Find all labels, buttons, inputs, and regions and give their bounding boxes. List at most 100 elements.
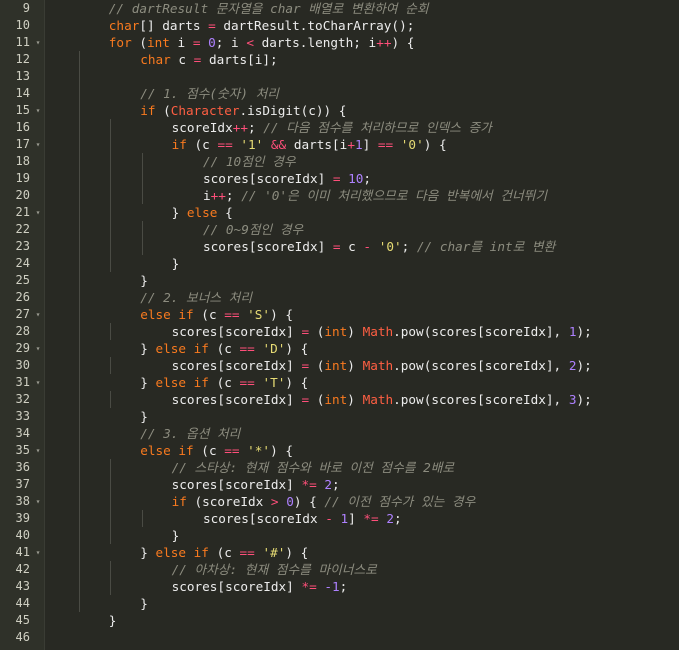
code-text[interactable]: char[] darts = dartResult.toCharArray(); [109, 17, 415, 34]
code-line[interactable]: 19 scores[scoreIdx] = 10; [0, 170, 679, 187]
code-line[interactable]: 22 // 0~9점인 경우 [0, 221, 679, 238]
code-line[interactable]: 30 scores[scoreIdx] = (int) Math.pow(scor… [0, 357, 679, 374]
code-line[interactable]: 33} [0, 408, 679, 425]
code-text[interactable]: // 스타상: 현재 점수와 바로 이전 점수를 2배로 [172, 459, 454, 476]
fold-chevron-icon[interactable]: ▾ [33, 340, 43, 357]
code-text[interactable]: i++; // '0'은 이미 처리했으므로 다음 반복에서 건너뛰기 [203, 187, 547, 204]
code-text[interactable]: scores[scoreIdx - 1] *= 2; [203, 510, 402, 527]
code-token-plain: (c [208, 545, 240, 560]
code-text[interactable]: // 10점인 경우 [203, 153, 296, 170]
code-line[interactable]: 38 ▾ if (scoreIdx > 0) { // 이전 점수가 있는 경우 [0, 493, 679, 510]
code-text[interactable]: for (int i = 0; i < darts.length; i++) { [109, 34, 415, 51]
fold-chevron-icon[interactable]: ▾ [33, 544, 43, 561]
code-line[interactable]: 31 ▾} else if (c == 'T') { [0, 374, 679, 391]
code-text[interactable]: scores[scoreIdx] *= -1; [172, 578, 348, 595]
code-token-plain: ); [576, 358, 592, 373]
code-text[interactable]: if (c == '1' && darts[i+1] == '0') { [172, 136, 447, 153]
code-line[interactable]: 32 scores[scoreIdx] = (int) Math.pow(scor… [0, 391, 679, 408]
code-line[interactable]: 37 scores[scoreIdx] *= 2; [0, 476, 679, 493]
code-text[interactable]: else if (c == '*') { [140, 442, 293, 459]
code-text[interactable]: char c = darts[i]; [140, 51, 278, 68]
fold-chevron-icon[interactable]: ▾ [33, 493, 43, 510]
code-text[interactable]: scores[scoreIdx] = c - '0'; // char를 int… [203, 238, 555, 255]
code-line[interactable]: 35 ▾ else if (c == '*') { [0, 442, 679, 459]
code-text[interactable]: } [109, 612, 117, 629]
code-text[interactable]: // 1. 점수(숫자) 처리 [140, 85, 279, 102]
code-line[interactable]: 14 // 1. 점수(숫자) 처리 [0, 85, 679, 102]
code-line[interactable]: 9 // dartResult 문자열을 char 배열로 변환하여 순회 [0, 0, 679, 17]
code-line[interactable]: 18 // 10점인 경우 [0, 153, 679, 170]
indent-guide [110, 561, 112, 578]
code-text[interactable]: scores[scoreIdx] = (int) Math.pow(scores… [172, 357, 592, 374]
fold-chevron-icon[interactable]: ▾ [33, 102, 43, 119]
code-line[interactable]: 11 ▾ for (int i = 0; i < darts.length; i++… [0, 34, 679, 51]
code-line[interactable]: 39 scores[scoreIdx - 1] *= 2; [0, 510, 679, 527]
code-text[interactable]: // 2. 보너스 처리 [140, 289, 252, 306]
code-line[interactable]: 41 ▾} else if (c == '#') { [0, 544, 679, 561]
code-line[interactable]: 44} [0, 595, 679, 612]
code-line[interactable]: 21 ▾} else { [0, 204, 679, 221]
code-text[interactable]: } [140, 272, 148, 289]
code-text[interactable]: } else { [172, 204, 233, 221]
code-line[interactable]: 10 char[] darts = dartResult.toCharArray(… [0, 17, 679, 34]
code-text[interactable]: // 3. 옵션 처리 [140, 425, 240, 442]
code-line[interactable]: 27 ▾ else if (c == 'S') { [0, 306, 679, 323]
code-token-operator: *= [301, 477, 317, 492]
code-line[interactable]: 26 // 2. 보너스 처리 [0, 289, 679, 306]
code-token-plain: .pow(scores[scoreIdx], [393, 392, 569, 407]
code-token-operator: - [325, 511, 333, 526]
code-text[interactable]: scores[scoreIdx] = (int) Math.pow(scores… [172, 323, 592, 340]
code-token-comment: // 10점인 경우 [203, 154, 296, 169]
code-text[interactable]: scores[scoreIdx] = 10; [203, 170, 371, 187]
code-text[interactable]: if (scoreIdx > 0) { // 이전 점수가 있는 경우 [172, 493, 476, 510]
code-line[interactable]: 24} [0, 255, 679, 272]
code-text[interactable]: } [172, 255, 180, 272]
code-text[interactable]: // 0~9점인 경우 [203, 221, 303, 238]
code-line[interactable]: 42 // 아차상: 현재 점수를 마이너스로 [0, 561, 679, 578]
code-line[interactable]: 40} [0, 527, 679, 544]
code-token-string: 'S' [247, 307, 271, 322]
code-line[interactable]: 23 scores[scoreIdx] = c - '0'; // char를 i… [0, 238, 679, 255]
code-text[interactable]: scores[scoreIdx] *= 2; [172, 476, 340, 493]
code-line[interactable]: 45} [0, 612, 679, 629]
code-text[interactable]: } else if (c == 'T') { [140, 374, 308, 391]
fold-chevron-icon[interactable]: ▾ [33, 136, 43, 153]
code-line[interactable]: 46 [0, 629, 679, 646]
indent-guide [79, 323, 80, 340]
fold-chevron-icon[interactable]: ▾ [33, 204, 43, 221]
code-line[interactable]: 13 [0, 68, 679, 85]
code-text[interactable]: } [140, 408, 148, 425]
code-token-plain: } [140, 596, 148, 611]
code-text[interactable]: scores[scoreIdx] = (int) Math.pow(scores… [172, 391, 592, 408]
indent-guide [79, 493, 80, 510]
code-token-plain: ) { [285, 545, 309, 560]
fold-chevron-icon[interactable]: ▾ [33, 442, 43, 459]
code-line[interactable]: 43 scores[scoreIdx] *= -1; [0, 578, 679, 595]
code-token-plain: darts.length; i [253, 35, 377, 50]
fold-chevron-icon[interactable]: ▾ [33, 306, 43, 323]
code-text[interactable]: // 아차상: 현재 점수를 마이너스로 [172, 561, 377, 578]
code-text[interactable]: } [140, 595, 148, 612]
code-text[interactable]: else if (c == 'S') { [140, 306, 293, 323]
fold-chevron-icon[interactable]: ▾ [33, 374, 43, 391]
code-line[interactable]: 36 // 스타상: 현재 점수와 바로 이전 점수를 2배로 [0, 459, 679, 476]
code-line[interactable]: 34 // 3. 옵션 처리 [0, 425, 679, 442]
code-text[interactable]: scoreIdx++; // 다음 점수를 처리하므로 인덱스 증가 [172, 119, 492, 136]
code-line[interactable]: 16 scoreIdx++; // 다음 점수를 처리하므로 인덱스 증가 [0, 119, 679, 136]
code-line[interactable]: 29 ▾} else if (c == 'D') { [0, 340, 679, 357]
code-line[interactable]: 25} [0, 272, 679, 289]
code-line[interactable]: 20 i++; // '0'은 이미 처리했으므로 다음 반복에서 건너뛰기 [0, 187, 679, 204]
code-line[interactable]: 12 char c = darts[i]; [0, 51, 679, 68]
code-text[interactable]: // dartResult 문자열을 char 배열로 변환하여 순회 [109, 0, 429, 17]
code-text[interactable]: } else if (c == '#') { [140, 544, 308, 561]
fold-chevron-icon[interactable]: ▾ [33, 34, 43, 51]
code-text[interactable]: } [172, 527, 180, 544]
code-line[interactable]: 28 scores[scoreIdx] = (int) Math.pow(scor… [0, 323, 679, 340]
line-number: 20 [15, 188, 30, 202]
code-line[interactable]: 17 ▾ if (c == '1' && darts[i+1] == '0') { [0, 136, 679, 153]
code-editor[interactable]: 9// dartResult 문자열을 char 배열로 변환하여 순회 10 ch… [0, 0, 679, 650]
code-text[interactable]: if (Character.isDigit(c)) { [140, 102, 346, 119]
indent-guide [79, 51, 80, 68]
code-line[interactable]: 15 ▾ if (Character.isDigit(c)) { [0, 102, 679, 119]
code-text[interactable]: } else if (c == 'D') { [140, 340, 308, 357]
